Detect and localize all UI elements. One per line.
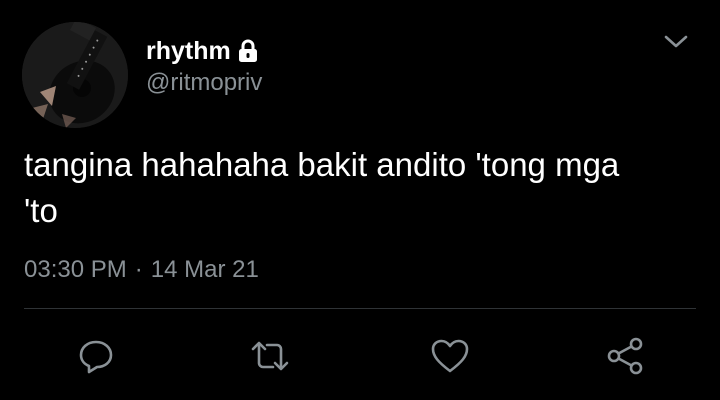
reply-icon xyxy=(77,337,115,375)
user-handle[interactable]: @ritmopriv xyxy=(146,68,262,98)
share-icon xyxy=(606,336,646,376)
guitar-photo xyxy=(22,22,128,128)
heart-icon xyxy=(430,338,470,374)
tweet-text: tangina hahahaha bakit andito 'tong mga … xyxy=(24,146,620,229)
tweet-detail: rhythm @ritmopriv tangina hahahaha bakit… xyxy=(0,0,720,400)
tweet-time: 03:30 PM xyxy=(24,256,127,283)
tweet-actions xyxy=(0,330,720,382)
divider xyxy=(24,308,696,309)
user-name-row: rhythm xyxy=(146,36,259,66)
reply-button[interactable] xyxy=(70,330,122,382)
lock-icon xyxy=(237,39,259,63)
tweet-timestamp[interactable]: 03:30 PM · 14 Mar 21 xyxy=(24,254,259,286)
avatar[interactable] xyxy=(22,22,128,128)
retweet-button[interactable] xyxy=(244,330,296,382)
display-name[interactable]: rhythm xyxy=(146,36,231,66)
retweet-icon xyxy=(249,339,291,373)
chevron-down-icon xyxy=(663,34,689,55)
share-button[interactable] xyxy=(600,330,652,382)
like-button[interactable] xyxy=(424,330,476,382)
meta-separator: · xyxy=(134,256,143,283)
tweet-date: 14 Mar 21 xyxy=(150,256,259,283)
tweet-menu-button[interactable] xyxy=(660,30,692,58)
